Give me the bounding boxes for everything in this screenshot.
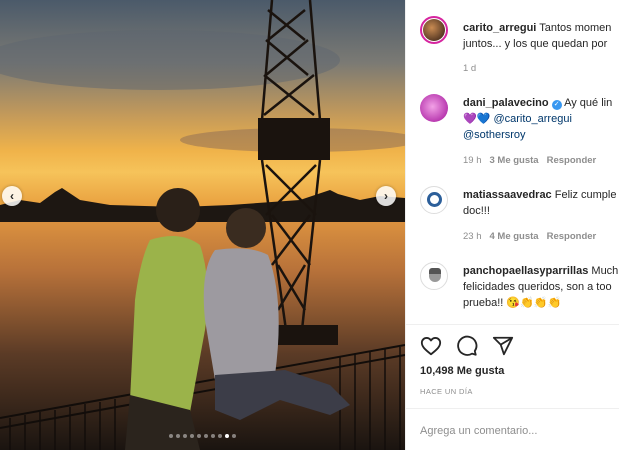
comment-age[interactable]: 19 h xyxy=(463,155,482,166)
carousel-dots xyxy=(0,434,405,438)
caption-age[interactable]: 1 d xyxy=(463,63,476,74)
author-avatar[interactable] xyxy=(420,16,448,44)
commenter-avatar[interactable] xyxy=(420,186,448,214)
comment-3: panchopaellasyparrillas Much felicidades… xyxy=(463,263,619,311)
commenter-avatar[interactable] xyxy=(420,262,448,290)
post-photo[interactable]: ‹ › xyxy=(0,0,405,450)
chevron-left-icon[interactable]: ‹ xyxy=(2,186,22,206)
commenter-username[interactable]: panchopaellasyparrillas xyxy=(463,265,588,277)
comment-likes[interactable]: 4 Me gusta xyxy=(490,231,539,242)
mention-link[interactable]: @carito_arregui xyxy=(493,113,571,125)
likes-count[interactable]: 10,498 Me gusta xyxy=(420,365,504,377)
heart-icon[interactable] xyxy=(420,335,442,357)
comment-text: Feliz cumple xyxy=(554,189,617,201)
verified-badge-icon: ✓ xyxy=(551,100,562,110)
add-comment-input[interactable]: Agrega un comentario... xyxy=(420,425,537,437)
commenter-username[interactable]: dani_palavecino xyxy=(463,97,549,109)
carousel-dot-active xyxy=(225,434,229,438)
mention-link[interactable]: @sothersroy xyxy=(463,129,526,141)
comment-text: Much xyxy=(591,265,619,277)
carousel-dot xyxy=(197,434,201,438)
carousel-dot xyxy=(232,434,236,438)
carousel-dot xyxy=(190,434,194,438)
post-timestamp[interactable]: HACE UN DÍA xyxy=(420,387,473,396)
carousel-dot xyxy=(183,434,187,438)
comment-text: Ay qué lin xyxy=(564,97,613,109)
sunset-photo-illustration xyxy=(0,0,405,450)
caption-text-line1: Tantos momen xyxy=(539,22,612,34)
carousel-dot xyxy=(204,434,208,438)
author-username[interactable]: carito_arregui xyxy=(463,22,536,34)
reply-button[interactable]: Responder xyxy=(547,155,597,166)
post-caption: carito_arregui Tantos momen juntos... y … xyxy=(463,20,619,52)
carousel-dot xyxy=(176,434,180,438)
comment-age[interactable]: 23 h xyxy=(463,231,482,242)
comment-bubble-icon[interactable] xyxy=(456,335,478,357)
comment-meta: 19 h 3 Me gusta Responder xyxy=(463,155,596,166)
carousel-dot xyxy=(211,434,215,438)
comment-1: dani_palavecino ✓ Ay qué lin 💜💙 @carito_… xyxy=(463,95,619,143)
comments-panel: carito_arregui Tantos momen juntos... y … xyxy=(405,0,619,450)
commenter-avatar[interactable] xyxy=(420,94,448,122)
reply-button[interactable]: Responder xyxy=(547,231,597,242)
divider xyxy=(406,324,619,325)
comment-like-heart-icon[interactable] xyxy=(607,146,617,156)
carousel-dot xyxy=(218,434,222,438)
comment-meta: 23 h 4 Me gusta Responder xyxy=(463,231,596,242)
comment-text-line3: prueba!! 😘👏👏👏 xyxy=(463,297,562,309)
divider xyxy=(406,408,619,409)
carousel-dot xyxy=(169,434,173,438)
commenter-username[interactable]: matiassaavedrac xyxy=(463,189,552,201)
chevron-right-icon[interactable]: › xyxy=(376,186,396,206)
comment-text-line2: felicidades queridos, son a too xyxy=(463,281,612,293)
caption-text-line2: juntos... y los que quedan por xyxy=(463,38,608,50)
instagram-post-view: ‹ › carito_arregui Tantos momen juntos..… xyxy=(0,0,619,450)
comment-2: matiassaavedrac Feliz cumple doc!!! xyxy=(463,187,619,219)
comment-text-line2: doc!!! xyxy=(463,205,490,217)
paper-plane-icon[interactable] xyxy=(492,335,514,357)
comment-likes[interactable]: 3 Me gusta xyxy=(490,155,539,166)
comment-emoji: 💜💙 xyxy=(463,113,491,125)
